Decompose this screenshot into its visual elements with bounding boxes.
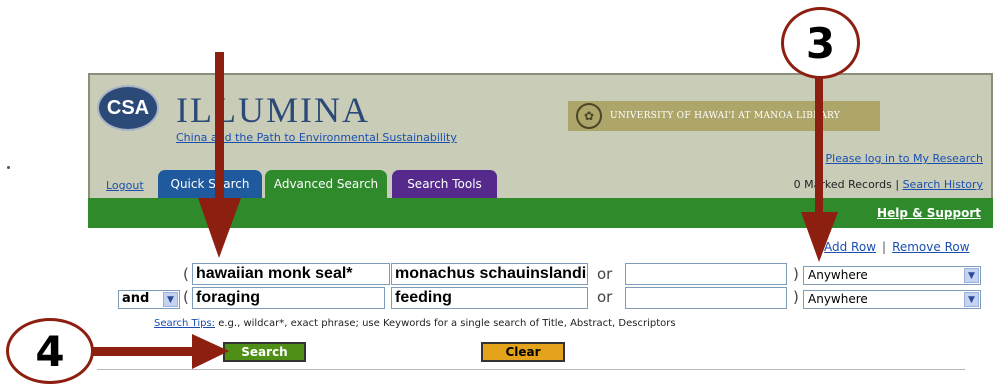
arrow-head bbox=[192, 334, 229, 369]
step-4-badge: 4 bbox=[6, 318, 94, 384]
arrow-shaft bbox=[215, 52, 224, 202]
arrow-shaft bbox=[80, 347, 196, 356]
arrow-head bbox=[198, 198, 241, 258]
arrow-head bbox=[801, 212, 838, 262]
arrow-shaft bbox=[815, 75, 823, 215]
step-3-badge: 3 bbox=[781, 7, 860, 79]
